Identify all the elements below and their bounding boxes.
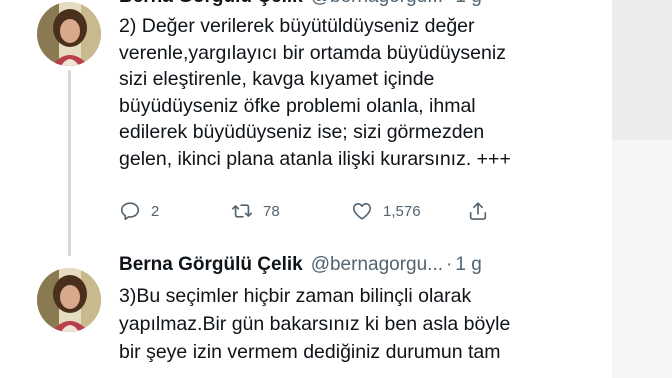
- reply-icon: [120, 202, 140, 221]
- avatar[interactable]: [37, 268, 101, 332]
- author-name[interactable]: Berna Görgülü Çelik: [119, 252, 303, 278]
- thread-connector-line: [68, 70, 71, 256]
- tweet-time[interactable]: 1 g: [455, 0, 481, 10]
- tweet-text: 2) Değer verilerek büyütüldüyseniz değer…: [119, 13, 599, 172]
- avatar-photo-icon: [37, 2, 101, 66]
- tweet-text-line: yapılmaz.Bir gün bakarsınız ki ben asla …: [119, 313, 511, 335]
- tweet[interactable]: Berna Görgülü Çelik @bernagorgu... · 1 g…: [119, 252, 599, 366]
- tweet[interactable]: Berna Görgülü Çelik @bernagorgu... · 1 g…: [119, 0, 599, 221]
- tweet-thread: Berna Görgülü Çelik @bernagorgu... · 1 g…: [0, 0, 612, 378]
- avatar[interactable]: [37, 2, 101, 66]
- retweet-count: 78: [263, 202, 280, 220]
- share-icon: [469, 202, 487, 220]
- tweet-text-line: 2) Değer verilerek büyütüldüyseniz değer: [119, 15, 475, 37]
- tweet-text-line: 3)Bu seçimler hiçbir zaman bilinçli olar…: [119, 285, 472, 307]
- author-handle[interactable]: @bernagorgu...: [311, 252, 443, 278]
- reply-count: 2: [151, 202, 160, 220]
- tweet-text-line: gelen, ikinci plana atanla ilişki kurars…: [119, 147, 511, 170]
- reply-button[interactable]: 2: [119, 200, 159, 222]
- author-handle[interactable]: @bernagorgu...: [311, 0, 443, 10]
- like-button[interactable]: 1,576: [351, 200, 421, 222]
- background-panel: [612, 0, 672, 378]
- tweet-header: Berna Görgülü Çelik @bernagorgu... · 1 g: [119, 0, 599, 10]
- tweet-header: Berna Görgülü Çelik @bernagorgu... · 1 g: [119, 252, 599, 278]
- heart-icon: [352, 203, 372, 220]
- tweet-text-line: büyüdüyseniz öfke problemi olanla, ihmal: [119, 94, 476, 117]
- tweet-text-line: verenle,yargılayıcı bir ortamda büyüdüys…: [119, 41, 506, 64]
- author-name[interactable]: Berna Görgülü Çelik: [119, 0, 303, 10]
- tweet-time[interactable]: 1 g: [455, 252, 481, 278]
- retweet-button[interactable]: 78: [231, 200, 280, 222]
- retweet-icon: [232, 204, 252, 218]
- separator-dot: ·: [446, 0, 452, 10]
- avatar-photo-icon: [37, 268, 101, 332]
- tweet-text-line: sizi eleştirenle, kavga kıyamet içinde: [119, 68, 435, 90]
- tweet-text: 3)Bu seçimler hiçbir zaman bilinçli olar…: [119, 282, 599, 366]
- separator-dot: ·: [446, 254, 453, 275]
- tweet-actions: 2 78 1,576: [119, 200, 499, 226]
- tweet-text-line: bir şeye izin vermem dediğiniz durumun t…: [119, 341, 501, 363]
- tweet-text-line: edilerek büyüdüyseniz ise; sizi görmezde…: [119, 121, 485, 143]
- share-button[interactable]: [467, 200, 499, 222]
- like-count: 1,576: [383, 202, 421, 220]
